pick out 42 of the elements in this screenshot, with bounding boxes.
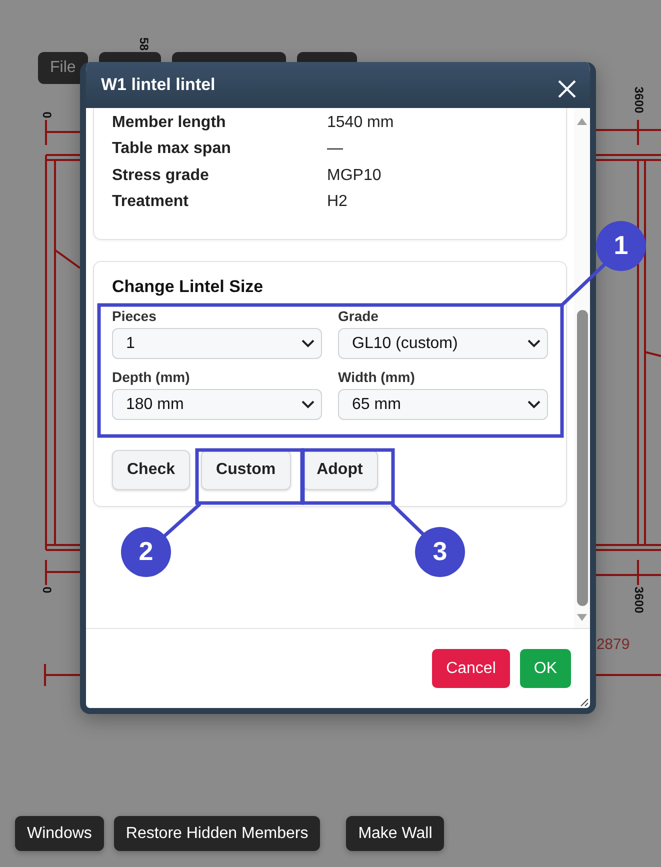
dialog-title: W1 lintel lintel [101,75,216,95]
cancel-button[interactable]: Cancel [432,649,510,688]
field-label: Grade [338,308,380,324]
detail-label: Member length [112,114,227,132]
callout-badge: 2 [121,527,171,577]
toolbar-button[interactable]: Windows [15,816,104,851]
chevron-icon [527,400,541,410]
select-field[interactable]: 65 mm [338,389,548,420]
detail-value: — [327,140,344,158]
dimension-label: 0 [40,586,54,594]
select-field[interactable]: GL10 (custom) [338,328,548,360]
detail-value: 1540 mm [327,114,395,132]
dimension-label: 3600 [632,86,646,114]
leader-line [560,262,606,306]
toolbar-button[interactable]: Restore Hidden Members [114,816,320,851]
chevron-icon [301,400,315,410]
section-title: Change Lintel Size [112,277,264,298]
dimension-label: 58 [136,37,151,51]
file-menu-button[interactable]: File [38,52,88,84]
select-field[interactable]: 180 mm [112,389,322,420]
dimension-label: 0 [40,112,54,118]
dimension-label: 2879 [596,636,630,653]
detail-label: Treatment [112,193,190,212]
resize-grip-icon[interactable] [579,697,589,707]
detail-label: Stress grade [112,166,210,185]
close-icon [558,80,576,98]
check-button[interactable]: Check [112,450,190,490]
field-label: Depth (mm) [112,369,191,386]
chevron-icon [527,339,541,348]
callout-badge: 1 [596,221,646,271]
close-button[interactable] [556,78,578,100]
dimension-label: 3600 [632,586,646,614]
detail-value: H2 [327,193,348,212]
field-label: Pieces [112,308,158,324]
field-label: Width (mm) [338,369,416,386]
toolbar-button[interactable]: Make Wall [346,816,444,851]
callout-badge: 3 [415,527,465,577]
detail-label: Table max span [112,140,232,158]
custom-button[interactable]: Custom [201,450,291,490]
detail-value: MGP10 [327,166,382,185]
chevron-icon [301,339,315,348]
select-field[interactable]: 1 [112,328,322,360]
